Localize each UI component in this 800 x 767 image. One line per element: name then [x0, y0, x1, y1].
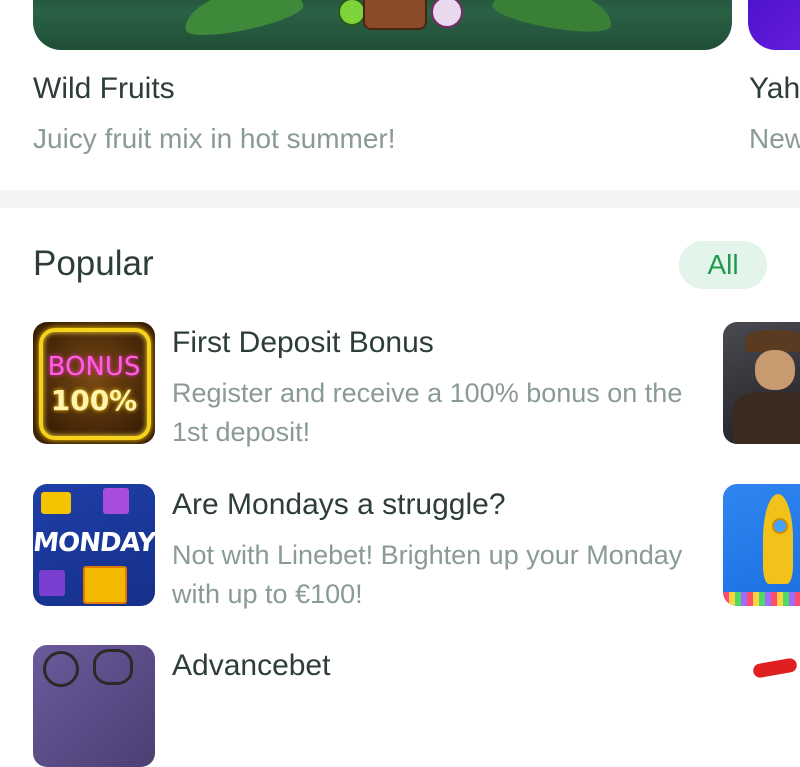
next-column-thumbnail[interactable]	[723, 322, 800, 444]
next-column-thumbnail[interactable]	[723, 645, 800, 767]
promo-description: Not with Linebet! Brighten up your Monda…	[172, 540, 683, 609]
promo-title[interactable]: Are Mondays a struggle?	[172, 488, 506, 522]
thumb-text: MONDAY	[33, 528, 155, 558]
next-column-thumbnail[interactable]	[723, 484, 800, 606]
promo-description: Register and receive a 100% bonus on the…	[172, 378, 683, 447]
second-featured-banner-image[interactable]	[748, 0, 800, 50]
monday-thumbnail[interactable]: MONDAY	[33, 484, 155, 606]
bonus-thumbnail[interactable]: BONUS 100%	[33, 322, 155, 444]
section-divider	[0, 190, 800, 208]
promo-item[interactable]: Advancebet	[33, 645, 713, 767]
featured-carousel: Wild Fruits Juicy fruit mix in hot summe…	[0, 0, 800, 190]
thumb-text: 100%	[50, 384, 138, 417]
featured-card-subtitle: New	[749, 123, 800, 154]
section-title: Popular	[33, 244, 154, 283]
promo-title[interactable]: First Deposit Bonus	[172, 326, 434, 360]
advancebet-thumbnail[interactable]	[33, 645, 155, 767]
all-button[interactable]: All	[679, 241, 767, 289]
featured-card-title[interactable]: Wild Fruits	[33, 72, 175, 106]
promo-item[interactable]: MONDAY Are Mondays a struggle? Not with …	[33, 484, 713, 614]
wild-fruits-banner-image[interactable]	[33, 0, 732, 50]
featured-card-title[interactable]: Yah	[749, 72, 800, 106]
promo-title[interactable]: Advancebet	[172, 649, 330, 683]
promo-item[interactable]: BONUS 100% First Deposit Bonus Register …	[33, 322, 713, 452]
thumb-text: BONUS	[47, 352, 141, 382]
featured-card-subtitle: Juicy fruit mix in hot summer!	[33, 123, 396, 154]
